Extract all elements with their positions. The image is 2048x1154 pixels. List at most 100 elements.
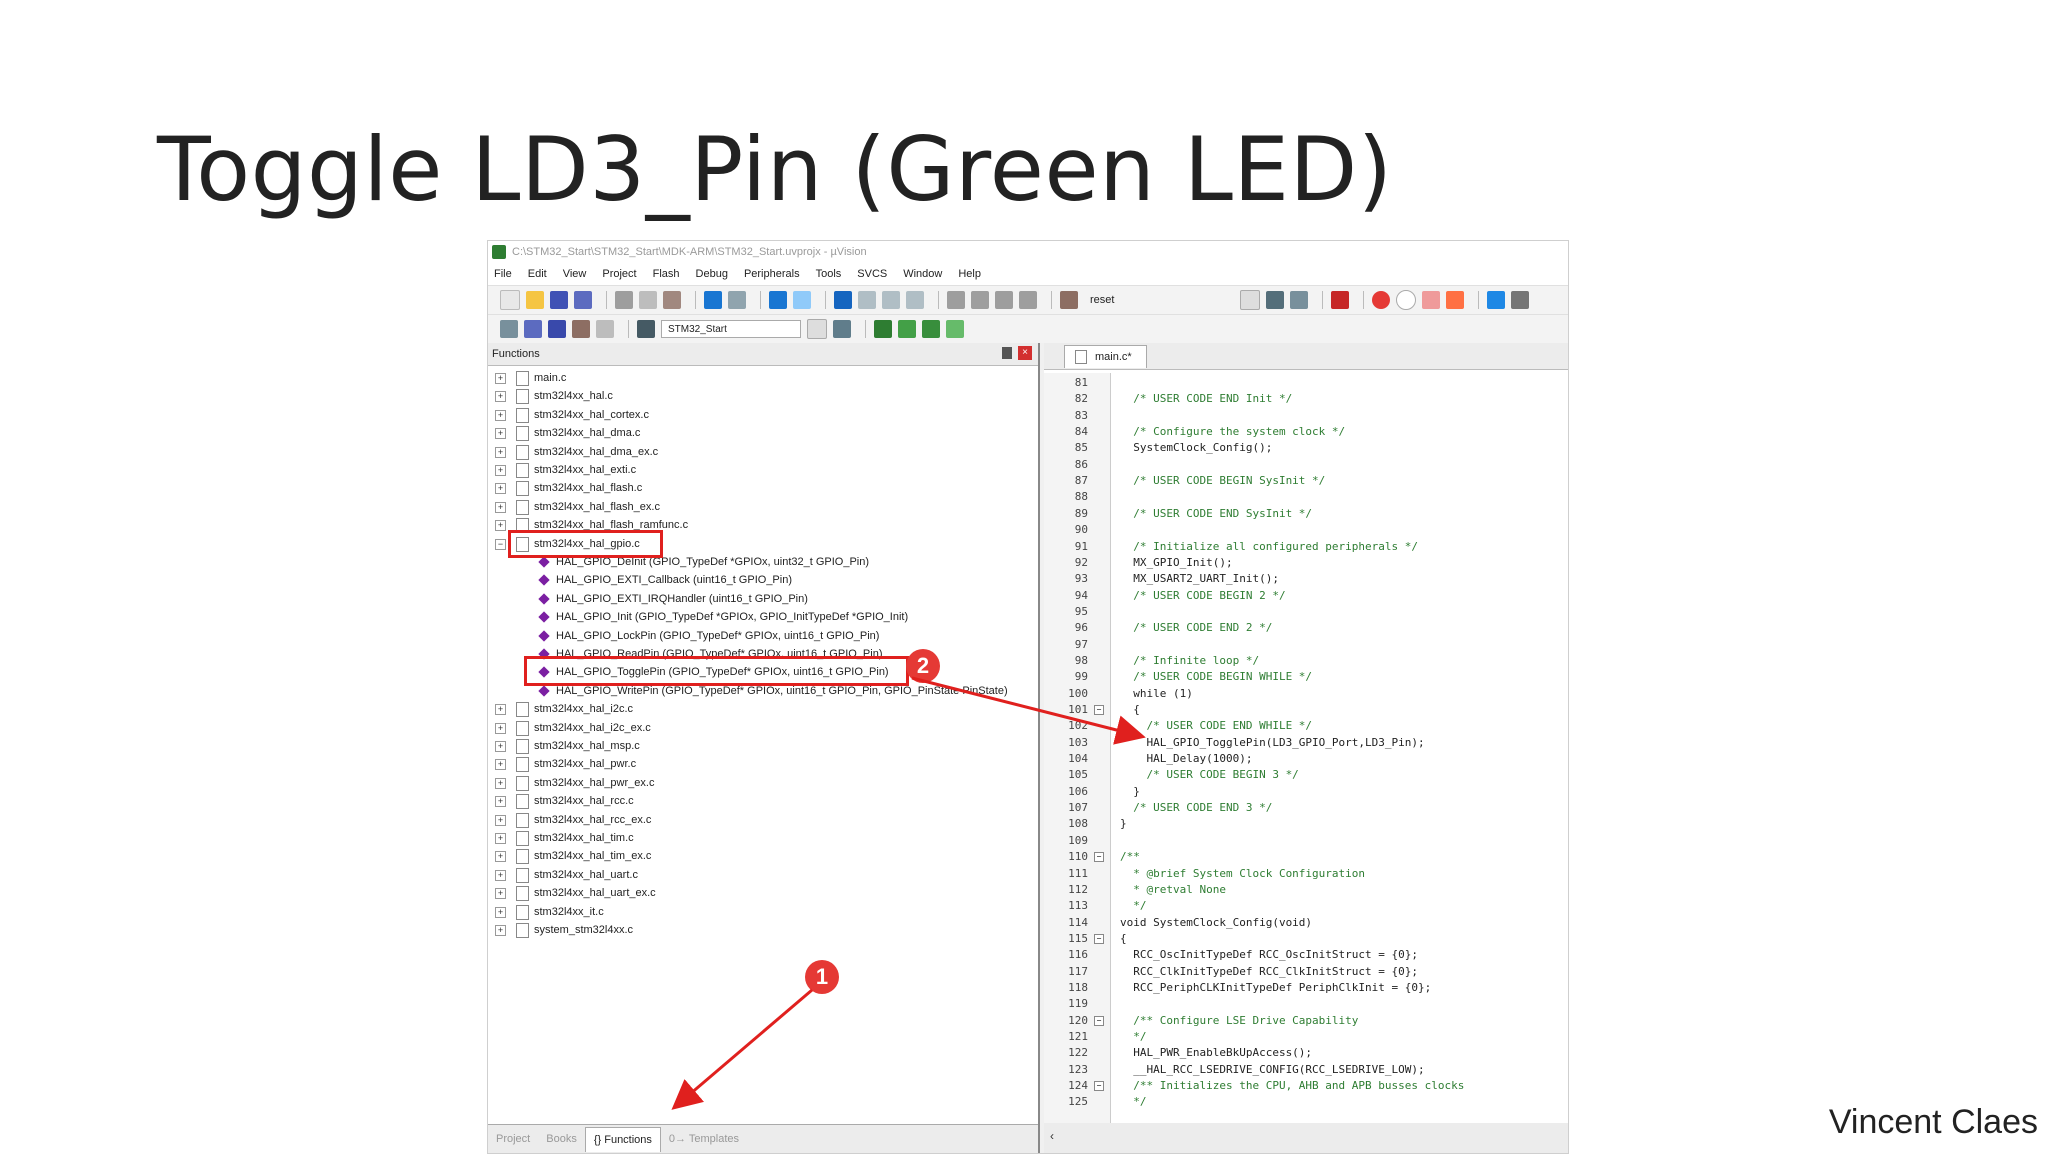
breakpoint-disable-icon[interactable]: [1396, 290, 1417, 310]
nav-forward-icon[interactable]: [793, 291, 811, 309]
pin-icon[interactable]: [1002, 347, 1012, 359]
expand-icon[interactable]: +: [495, 373, 506, 384]
nav-back-icon[interactable]: [769, 291, 787, 309]
fold-icon[interactable]: −: [1094, 933, 1104, 944]
menu-view[interactable]: View: [563, 268, 587, 280]
line-number: 116: [1068, 948, 1088, 962]
undo-icon[interactable]: [704, 291, 722, 309]
build-icon[interactable]: [524, 320, 542, 338]
scroll-left-icon[interactable]: ‹: [1050, 1129, 1054, 1143]
expand-icon[interactable]: +: [495, 925, 506, 936]
select-packs-icon[interactable]: [922, 320, 940, 338]
menu-project[interactable]: Project: [602, 268, 636, 280]
target-select[interactable]: STM32_Start: [661, 320, 801, 338]
copy-icon[interactable]: [639, 291, 657, 309]
bookmark-next-icon[interactable]: [882, 291, 900, 309]
fold-icon[interactable]: −: [1094, 705, 1104, 715]
menu-tools[interactable]: Tools: [816, 268, 842, 280]
expand-icon[interactable]: +: [495, 851, 506, 863]
new-file-icon[interactable]: [500, 290, 520, 310]
comment-icon[interactable]: [995, 291, 1013, 309]
bookmark-prev-icon[interactable]: [858, 291, 876, 309]
window-layout-icon[interactable]: [1487, 291, 1506, 309]
expand-icon[interactable]: +: [495, 446, 506, 458]
tab-functions[interactable]: {} Functions: [584, 1126, 661, 1152]
find-icon[interactable]: [1266, 291, 1285, 309]
indent-icon[interactable]: [947, 291, 965, 309]
stop-build-icon[interactable]: [596, 320, 614, 338]
save-icon[interactable]: [550, 291, 568, 309]
breakpoint-kill-icon[interactable]: [1446, 291, 1465, 309]
fold-icon[interactable]: −: [1094, 852, 1104, 863]
pack-installer-icon[interactable]: [898, 320, 916, 338]
close-icon[interactable]: ×: [1018, 346, 1032, 360]
tab-templates[interactable]: 0→ Templates: [661, 1127, 747, 1151]
expand-icon[interactable]: +: [495, 759, 506, 771]
code-line: 124− /** Initializes the CPU, AHB and AP…: [1044, 1078, 1568, 1094]
expand-icon[interactable]: +: [495, 741, 506, 752]
breakpoint-clear-icon[interactable]: [1422, 291, 1441, 309]
expand-icon[interactable]: +: [495, 796, 506, 808]
paste-icon[interactable]: [663, 291, 681, 309]
fold-icon[interactable]: −: [1094, 1015, 1104, 1026]
breakpoint-icon[interactable]: [1372, 291, 1391, 309]
line-number: 100: [1068, 686, 1088, 700]
manage-components-icon[interactable]: [874, 320, 892, 338]
expand-icon[interactable]: +: [495, 483, 506, 495]
expand-icon[interactable]: +: [495, 465, 506, 476]
tab-project[interactable]: Project: [488, 1127, 538, 1151]
rebuild-icon[interactable]: [548, 320, 566, 338]
translate-icon[interactable]: [500, 320, 518, 338]
menu-window[interactable]: Window: [903, 268, 942, 280]
bookmark-icon[interactable]: [834, 291, 852, 309]
bookmark-clear-icon[interactable]: [906, 291, 924, 309]
expand-icon[interactable]: +: [495, 520, 506, 532]
expand-icon[interactable]: +: [495, 501, 506, 513]
collapse-icon[interactable]: −: [495, 538, 506, 550]
menu-file[interactable]: File: [494, 268, 512, 280]
search-combo-text[interactable]: reset: [1090, 294, 1114, 306]
tab-books[interactable]: Books: [538, 1127, 585, 1151]
menu-peripherals[interactable]: Peripherals: [744, 268, 800, 280]
menu-svcs[interactable]: SVCS: [857, 268, 887, 280]
search-dropdown-icon[interactable]: [1240, 290, 1261, 310]
line-number: 108: [1068, 817, 1088, 831]
line-number: 120: [1068, 1013, 1088, 1027]
expand-icon[interactable]: +: [495, 869, 506, 881]
menu-debug[interactable]: Debug: [696, 268, 728, 280]
incremental-find-icon[interactable]: [1290, 291, 1309, 309]
run-time-env-icon[interactable]: [946, 320, 964, 338]
find-in-files-icon[interactable]: [1060, 291, 1078, 309]
save-all-icon[interactable]: [574, 291, 592, 309]
cut-icon[interactable]: [615, 291, 633, 309]
menu-flash[interactable]: Flash: [653, 268, 680, 280]
redo-icon[interactable]: [728, 291, 746, 309]
file-icon: [516, 886, 529, 902]
expand-icon[interactable]: +: [495, 814, 506, 826]
expand-icon[interactable]: +: [495, 722, 506, 734]
menu-edit[interactable]: Edit: [528, 268, 547, 280]
tab-main-c[interactable]: main.c*: [1064, 345, 1147, 368]
horizontal-scrollbar[interactable]: ‹: [1044, 1123, 1568, 1153]
uncomment-icon[interactable]: [1019, 291, 1037, 309]
expand-icon[interactable]: +: [495, 704, 506, 716]
expand-icon[interactable]: +: [495, 391, 506, 403]
configure-icon[interactable]: [1511, 291, 1530, 309]
open-folder-icon[interactable]: [526, 291, 544, 309]
code-area[interactable]: 81 82 /* USER CODE END Init */83 84 /* Con…: [1044, 373, 1568, 1123]
debug-session-icon[interactable]: [1331, 291, 1350, 309]
expand-icon[interactable]: +: [495, 409, 506, 421]
expand-icon[interactable]: +: [495, 888, 506, 900]
menu-help[interactable]: Help: [958, 268, 981, 280]
fold-icon[interactable]: −: [1094, 1081, 1104, 1092]
expand-icon[interactable]: +: [495, 428, 506, 440]
download-icon[interactable]: [572, 320, 590, 338]
expand-icon[interactable]: +: [495, 777, 506, 789]
options-for-target-icon[interactable]: [833, 320, 851, 338]
expand-icon[interactable]: +: [495, 906, 506, 918]
line-number: 93: [1074, 572, 1088, 586]
target-dropdown-icon[interactable]: [807, 319, 827, 339]
expand-icon[interactable]: +: [495, 833, 506, 844]
unindent-icon[interactable]: [971, 291, 989, 309]
target-options-icon[interactable]: [637, 320, 655, 338]
